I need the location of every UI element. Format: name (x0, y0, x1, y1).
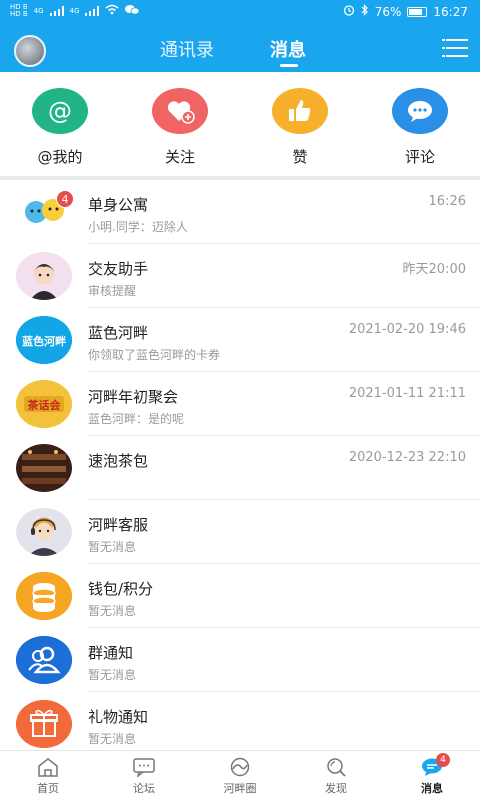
battery-icon (407, 6, 428, 17)
thumbs-up-icon (272, 88, 328, 134)
quick-follow-label: 关注 (164, 148, 195, 166)
nav-messages-label: 消息 (421, 782, 443, 795)
signal-icon (49, 6, 64, 16)
quick-mentions[interactable]: @ @我的 (20, 88, 100, 167)
circle-icon (228, 757, 252, 777)
conversation-row-new-year-gathering[interactable]: 茶话会 河畔年初聚会 蓝色河畔：是的呢 2021-01-11 21:11 (0, 372, 480, 436)
user-avatar[interactable] (14, 35, 46, 67)
conversation-row-group-notice[interactable]: 群通知 暂无消息 (0, 628, 480, 692)
tea-shop-avatar (16, 444, 72, 492)
discover-icon (324, 757, 348, 777)
conversation-time: 16:26 (428, 194, 466, 209)
screen: HD B HD B 4G 4G 76% 16:27 通讯录 消息 @ @我的 关… (0, 0, 480, 800)
group-people-icon (16, 636, 72, 684)
alarm-icon (343, 4, 355, 19)
network-4g-label: 4G (33, 6, 44, 15)
conversation-row-blue-riverside[interactable]: 蓝色河畔 蓝色河畔 你领取了蓝色河畔的卡券 2021-02-20 19:46 (0, 308, 480, 372)
clock: 16:27 (433, 4, 468, 19)
conversation-title: 蓝色河畔 (88, 324, 149, 342)
gift-icon (16, 700, 72, 748)
conversation-title: 单身公寓 (88, 196, 149, 214)
bottom-nav: 首页 论坛 河畔圈 发现 4 消息 (0, 750, 480, 800)
active-tab-indicator (280, 64, 298, 67)
heart-plus-icon (152, 88, 208, 134)
assistant-avatar (16, 252, 72, 300)
svg-text:@: @ (48, 97, 72, 125)
quick-comments-label: 评论 (404, 148, 435, 166)
signal-icon-2 (85, 6, 100, 16)
blue-riverside-logo-text: 蓝色河畔 (22, 334, 66, 348)
tea-party-logo-text: 茶话会 (27, 398, 62, 412)
conversation-row-single-apartment[interactable]: 4 单身公寓 小明.同学：迈除人 16:26 (0, 180, 480, 244)
conversation-preview: 你领取了蓝色河畔的卡券 (88, 348, 221, 362)
conversation-title: 速泡茶包 (88, 452, 149, 470)
customer-service-avatar (16, 508, 72, 556)
blue-riverside-logo: 蓝色河畔 (16, 316, 72, 364)
tea-party-logo: 茶话会 (16, 380, 72, 428)
quick-comments[interactable]: 评论 (380, 88, 460, 167)
nav-discover-label: 发现 (325, 782, 347, 795)
conversation-preview: 暂无消息 (88, 604, 137, 618)
nav-forum[interactable]: 论坛 (104, 757, 184, 796)
tab-contacts[interactable]: 通讯录 (160, 36, 214, 62)
conversation-preview: 审核提醒 (88, 284, 137, 298)
wifi-icon (105, 4, 119, 18)
quick-likes[interactable]: 赞 (260, 88, 340, 167)
nav-home[interactable]: 首页 (8, 757, 88, 796)
tab-messages[interactable]: 消息 (270, 36, 306, 62)
nav-home-label: 首页 (37, 782, 59, 795)
quick-actions: @ @我的 关注 赞 评论 (0, 72, 480, 176)
conversation-time: 2021-01-11 21:11 (348, 386, 466, 401)
at-icon: @ (32, 88, 88, 134)
nav-riverside-circle[interactable]: 河畔圈 (200, 757, 280, 796)
conversation-time: 昨天20:00 (402, 262, 466, 277)
conversation-row-wallet-points[interactable]: 钱包/积分 暂无消息 (0, 564, 480, 628)
conversation-preview: 暂无消息 (88, 668, 137, 682)
conversation-row-customer-service[interactable]: 河畔客服 暂无消息 (0, 500, 480, 564)
conversation-preview: 蓝色河畔：是的呢 (88, 412, 185, 426)
conversation-title: 河畔年初聚会 (88, 388, 179, 406)
nav-discover[interactable]: 发现 (296, 757, 376, 796)
status-bar: HD B HD B 4G 4G 76% 16:27 (0, 0, 480, 24)
quick-follow[interactable]: 关注 (140, 88, 220, 167)
conversation-title: 交友助手 (88, 260, 149, 278)
top-bar: HD B HD B 4G 4G 76% 16:27 通讯录 消息 (0, 0, 480, 72)
network-4g-label-2: 4G (69, 6, 80, 15)
conversation-preview: 小明.同学：迈除人 (88, 220, 188, 234)
quick-mentions-label: @我的 (37, 148, 83, 166)
conversation-row-gift-notice[interactable]: 礼物通知 暂无消息 (0, 692, 480, 750)
quick-likes-label: 赞 (292, 148, 308, 166)
bluetooth-icon (361, 4, 369, 19)
comment-icon (392, 88, 448, 134)
nav-messages[interactable]: 4 消息 (392, 753, 472, 796)
nav-forum-label: 论坛 (133, 782, 155, 795)
sim2-label: HD B (10, 10, 28, 18)
wechat-notify-icon (125, 4, 140, 18)
conversation-preview: 暂无消息 (88, 540, 137, 554)
nav-riverside-circle-label: 河畔圈 (223, 782, 257, 795)
forum-icon (132, 757, 156, 778)
home-icon (36, 757, 60, 777)
coins-icon (16, 572, 72, 620)
header: 通讯录 消息 (0, 24, 480, 72)
battery-percent: 76% (374, 4, 402, 19)
conversation-row-tea-bag[interactable]: 速泡茶包 2020-12-23 22:10 (0, 436, 480, 500)
conversation-title: 钱包/积分 (88, 580, 154, 598)
conversation-preview: 暂无消息 (88, 732, 137, 746)
conversation-title: 河畔客服 (88, 516, 149, 534)
conversation-title: 礼物通知 (88, 708, 149, 726)
conversation-row-dating-assistant[interactable]: 交友助手 审核提醒 昨天20:00 (0, 244, 480, 308)
conversation-title: 群通知 (88, 644, 134, 662)
conversation-time: 2021-02-20 19:46 (348, 322, 466, 337)
menu-list-icon[interactable] (442, 38, 468, 58)
message-list: 4 单身公寓 小明.同学：迈除人 16:26 交友助手 审核提醒 昨天20:00… (0, 180, 480, 750)
nav-messages-badge: 4 (436, 753, 450, 767)
unread-badge: 4 (56, 190, 74, 208)
conversation-time: 2020-12-23 22:10 (348, 450, 466, 465)
